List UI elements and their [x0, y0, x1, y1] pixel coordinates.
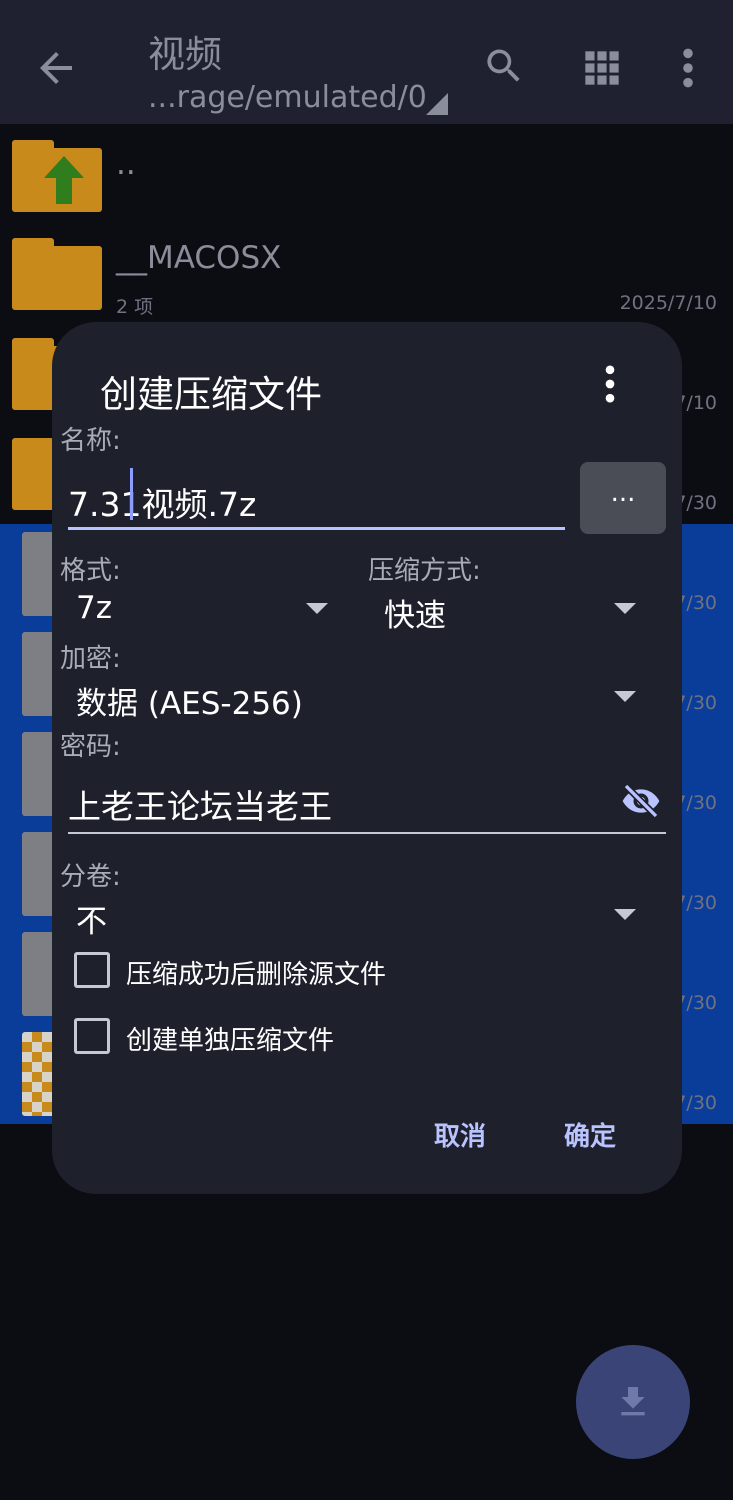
method-select[interactable]: 快速 [384, 590, 446, 635]
row-name: .. [116, 146, 136, 182]
download-fab[interactable] [576, 1345, 690, 1459]
text-cursor [130, 468, 133, 520]
cancel-button[interactable]: 取消 [434, 1116, 486, 1153]
method-label: 压缩方式: [368, 556, 481, 586]
split-select[interactable]: 不 [76, 896, 107, 941]
password-input[interactable]: 上老王论坛当老王 [68, 770, 666, 834]
split-dropdown-icon[interactable] [614, 909, 636, 920]
encrypt-label: 加密: [60, 644, 121, 674]
folder-up-icon [12, 140, 102, 212]
format-dropdown-icon[interactable] [306, 603, 328, 614]
grid-view-icon[interactable] [582, 48, 622, 88]
visibility-off-icon[interactable] [618, 781, 664, 821]
method-dropdown-icon[interactable] [614, 603, 636, 614]
password-label: 密码: [60, 732, 121, 762]
dialog-title: 创建压缩文件 [100, 373, 322, 416]
current-path[interactable]: ...rage/emulated/0 [148, 80, 427, 115]
confirm-button[interactable]: 确定 [564, 1116, 616, 1153]
format-select[interactable]: 7z [76, 590, 112, 626]
delete-source-checkbox[interactable] [74, 952, 110, 988]
encrypt-select[interactable]: 数据 (AES-256) [76, 678, 303, 723]
download-icon [621, 1387, 645, 1416]
separate-archive-label: 创建单独压缩文件 [126, 1026, 335, 1056]
app-bar: 视频 ...rage/emulated/0 [0, 0, 733, 124]
folder-title: 视频 [148, 33, 222, 76]
row-date: 2025/7/10 [619, 292, 717, 314]
back-arrow-icon[interactable] [32, 44, 80, 92]
search-icon[interactable] [482, 44, 526, 88]
list-item-macosx[interactable]: __MACOSX 2 项 2025/7/10 [0, 224, 733, 324]
row-subtitle: 2 项 [116, 296, 154, 318]
encrypt-dropdown-icon[interactable] [614, 691, 636, 702]
list-item-parent[interactable]: .. [0, 124, 733, 224]
archive-name-value: 7.31视频.7z [68, 485, 257, 524]
more-options-icon[interactable] [676, 46, 700, 90]
format-label: 格式: [60, 556, 121, 586]
split-label: 分卷: [60, 862, 121, 892]
name-label: 名称: [60, 426, 121, 456]
folder-icon [12, 238, 102, 310]
archive-name-input[interactable]: 7.31视频.7z [68, 460, 565, 530]
browse-button[interactable]: ... [580, 462, 666, 534]
delete-source-label: 压缩成功后删除源文件 [126, 960, 387, 990]
password-value: 上老王论坛当老王 [68, 787, 332, 826]
separate-archive-checkbox[interactable] [74, 1018, 110, 1054]
row-name: __MACOSX [116, 240, 282, 276]
dialog-more-icon[interactable] [600, 364, 620, 404]
create-archive-dialog: 创建压缩文件 名称: 7.31视频.7z ... 格式: 7z 压缩方式: 快速… [52, 322, 682, 1194]
path-dropdown-icon[interactable] [426, 93, 448, 115]
